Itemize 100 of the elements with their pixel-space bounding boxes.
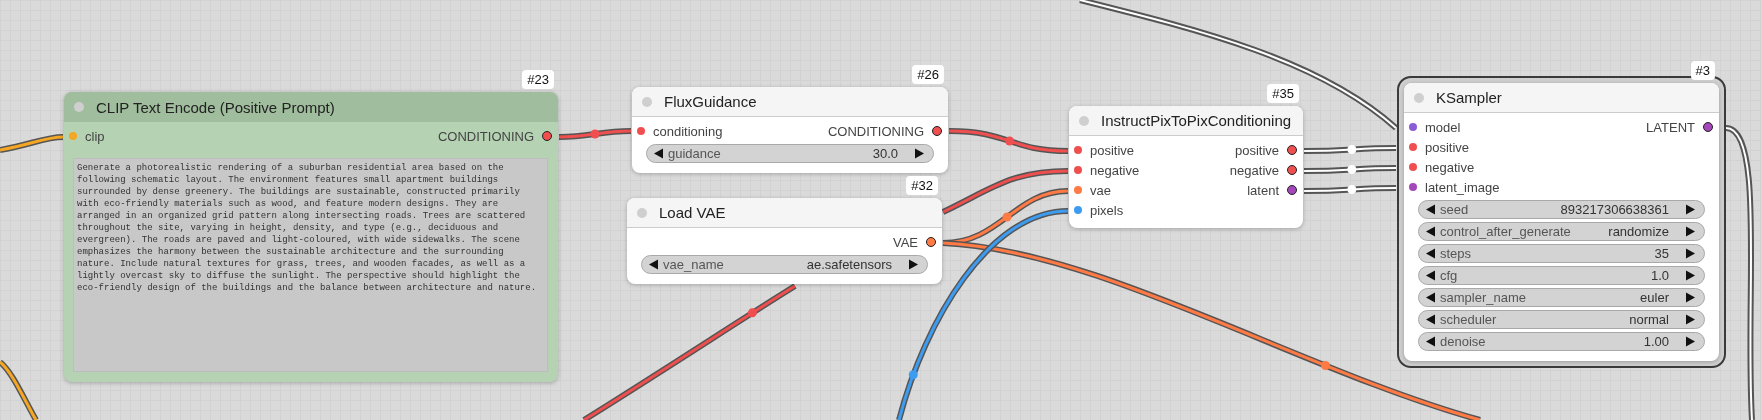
node-id-badge: #32 [906,176,938,195]
input-dot-icon[interactable] [69,132,77,140]
input-dot-icon[interactable] [1074,206,1082,214]
link-wire[interactable] [1724,125,1755,420]
title-bar[interactable]: CLIP Text Encode (Positive Prompt) [64,92,558,122]
node-id-badge: #35 [1267,84,1299,103]
collapse-dot-icon[interactable] [637,207,647,218]
slot-label: CONDITIONING [437,128,534,144]
slot-label: conditioning [653,123,723,139]
collapse-dot-icon[interactable] [1079,115,1089,126]
link-wire[interactable] [0,134,64,153]
input-dot-icon[interactable] [1409,183,1417,191]
arrow-left-icon[interactable] [648,259,659,270]
arrow-left-icon[interactable] [1425,204,1436,215]
arrow-left-icon[interactable] [1425,314,1436,325]
arrow-right-icon[interactable] [1685,204,1696,215]
node-title: Load VAE [659,204,726,221]
node-title: FluxGuidance [664,93,757,110]
output-dot-icon[interactable] [542,131,552,141]
arrow-right-icon[interactable] [1685,336,1696,347]
wire-midpoint-icon[interactable] [590,129,600,139]
number-widget[interactable]: guidance 30.0 [646,144,934,163]
slot-label: latent_image [1425,179,1500,195]
wire-midpoint-icon[interactable] [908,370,918,380]
output-dot-icon[interactable] [1703,122,1713,132]
output-dot-icon[interactable] [1287,145,1297,155]
slot-label: negative [1090,162,1140,178]
arrow-right-icon[interactable] [1685,270,1696,281]
prompt-field[interactable]: Generate a photorealistic rendering of a suburban residential area based on the following schematic layout. The environment features small apartment buildings surrounded by dense greenery. The buildings are sustainable, constructed primarily with eco-friendly materials such as wood, and feature modern designs. They are arranged in an organized grid pattern along intersecting roads. Trees are scattered throughout the site, varying in height, density, and type (e.g., deciduous and evergreen). The roads are paved and light-coloured, with wide sidewalks. The scene emphasizes the harmony between the sustainable architecture and the surrounding nature. Include natural textures for grass, trees, and wooden facades, as well as a lightly overcast sky to diffuse the sunlight. The perspective should highlight the eco-friendly design of the buildings and the balance between architecture and nature. [73,158,548,372]
slot-label: negative [1425,159,1475,175]
slot-label: positive [1425,139,1470,155]
arrow-left-icon[interactable] [653,148,664,159]
number-widget[interactable]: steps 35 [1418,244,1705,263]
slot-label: clip [85,128,105,144]
slot-label: vae [1090,182,1111,198]
wire-midpoint-icon[interactable] [1002,212,1012,222]
arrow-right-icon[interactable] [1685,292,1696,303]
input-dot-icon[interactable] [637,127,645,135]
wire-midpoint-icon[interactable] [1347,165,1357,174]
output-dot-icon[interactable] [1287,185,1297,195]
number-widget[interactable]: seed 893217306638361 [1418,200,1705,219]
input-dot-icon[interactable] [1409,123,1417,131]
dropdown-widget[interactable]: scheduler normal [1418,310,1705,329]
node-id-badge: #23 [522,70,554,89]
output-dot-icon[interactable] [926,237,936,247]
dropdown-widget[interactable]: control_after_generate randomize [1418,222,1705,241]
collapse-dot-icon[interactable] [1414,92,1424,103]
slot-label: pixels [1090,202,1124,218]
collapse-dot-icon[interactable] [74,102,84,112]
link-wire[interactable] [948,128,1069,154]
arrow-right-icon[interactable] [1685,248,1696,259]
arrow-right-icon[interactable] [1685,226,1696,237]
title-bar[interactable]: FluxGuidance [632,87,948,117]
arrow-right-icon[interactable] [1685,314,1696,325]
slot-label: VAE [892,234,918,250]
node-id-badge: #26 [912,65,944,84]
arrow-left-icon[interactable] [1425,270,1436,281]
output-dot-icon[interactable] [1287,165,1297,175]
number-widget[interactable]: cfg 1.0 [1418,266,1705,285]
node-title: InstructPixToPixConditioning [1101,112,1292,129]
slot-label: model [1425,119,1461,135]
arrow-left-icon[interactable] [1425,248,1436,259]
output-dot-icon[interactable] [932,126,942,136]
node-title: KSampler [1436,89,1502,106]
dropdown-widget[interactable]: vae_name ae.safetensors [641,255,928,274]
slot-label: CONDITIONING [827,123,924,139]
arrow-right-icon[interactable] [914,148,925,159]
title-bar[interactable]: Load VAE [627,198,942,228]
slot-label: positive [1090,142,1135,158]
input-dot-icon[interactable] [1074,166,1082,174]
wire-midpoint-icon[interactable] [1321,361,1330,371]
arrow-left-icon[interactable] [1425,336,1436,347]
input-dot-icon[interactable] [1409,143,1417,151]
node-id-badge: #3 [1690,61,1715,80]
arrow-left-icon[interactable] [1425,292,1436,303]
link-wire[interactable] [941,168,1069,215]
link-wire[interactable] [1303,165,1397,174]
number-widget[interactable]: denoise 1.00 [1418,332,1705,351]
arrow-right-icon[interactable] [908,259,919,270]
wire-midpoint-icon[interactable] [1347,145,1357,154]
link-wire[interactable] [558,128,632,140]
wire-midpoint-icon[interactable] [1347,185,1357,194]
input-dot-icon[interactable] [1074,146,1082,154]
slot-label: latent [1247,182,1279,198]
title-bar[interactable]: KSampler [1404,83,1719,113]
slot-label: LATENT [1646,119,1695,135]
title-bar[interactable]: InstructPixToPixConditioning [1069,106,1303,136]
arrow-left-icon[interactable] [1425,226,1436,237]
collapse-dot-icon[interactable] [642,96,652,107]
link-wire[interactable] [0,359,39,420]
input-dot-icon[interactable] [1409,163,1417,171]
input-dot-icon[interactable] [1074,186,1082,194]
node-title: CLIP Text Encode (Positive Prompt) [96,98,335,116]
link-wire[interactable] [1303,145,1397,154]
dropdown-widget[interactable]: sampler_name euler [1418,288,1705,307]
wire-midpoint-icon[interactable] [1005,136,1015,146]
link-wire[interactable] [1303,185,1397,194]
wire-midpoint-icon[interactable] [747,308,757,318]
link-wire[interactable] [1079,0,1398,131]
slot-label: positive [1234,142,1279,158]
